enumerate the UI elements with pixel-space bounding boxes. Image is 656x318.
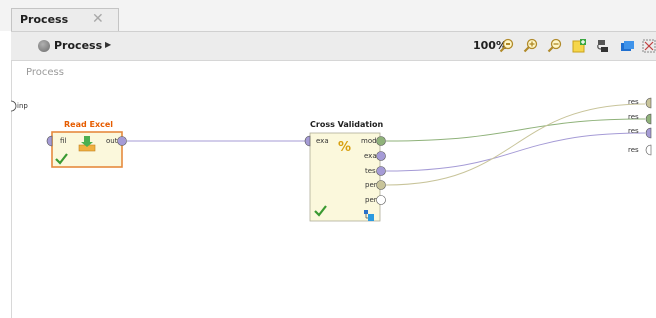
wire-model[interactable]	[385, 118, 646, 142]
cv-port-test[interactable]	[376, 166, 386, 176]
read-excel-input-port[interactable]	[46, 135, 53, 147]
read-excel-input-label: fil	[60, 137, 67, 145]
process-diagram: %	[10, 97, 652, 222]
cross-validation-input-port[interactable]	[304, 135, 311, 147]
result-port-label: res	[628, 127, 639, 135]
cv-port-performance-2[interactable]	[376, 195, 386, 205]
cross-validation-title: Cross Validation	[310, 120, 384, 129]
wire-test[interactable]	[385, 132, 646, 172]
cv-port-label: per	[365, 196, 377, 204]
cv-port-label: tes	[365, 167, 376, 175]
result-port-1[interactable]	[645, 97, 652, 109]
cv-port-label: per	[365, 181, 377, 189]
cv-port-example[interactable]	[376, 151, 386, 161]
result-port-label: res	[628, 98, 639, 106]
read-excel-output-label: out	[106, 137, 118, 145]
percent-icon: %	[338, 140, 351, 155]
result-port-4[interactable]	[645, 144, 652, 156]
process-input-port[interactable]	[10, 100, 17, 112]
read-excel-output-port[interactable]	[117, 136, 127, 146]
cv-port-performance-1[interactable]	[376, 180, 386, 190]
cv-port-label: exa	[364, 152, 377, 160]
cv-port-label: mod	[361, 137, 377, 145]
wire-performance[interactable]	[385, 103, 646, 186]
result-port-label: res	[628, 146, 639, 154]
cross-validation-input-label: exa	[316, 137, 329, 145]
result-port-label: res	[628, 113, 639, 121]
process-input-port-label: inp	[17, 102, 28, 110]
read-excel-title: Read Excel	[64, 120, 114, 129]
result-port-3[interactable]	[645, 127, 652, 139]
cv-port-model[interactable]	[376, 136, 386, 146]
svg-text:%: %	[338, 140, 351, 155]
result-port-2[interactable]	[645, 113, 652, 125]
